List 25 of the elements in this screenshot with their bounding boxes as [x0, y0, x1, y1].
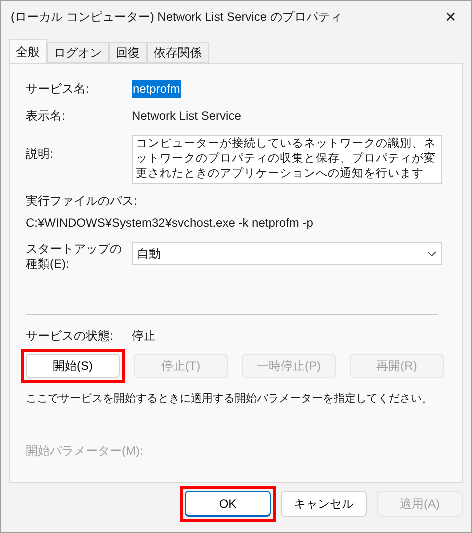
path-value: C:¥WINDOWS¥System32¥svchost.exe -k netprofm -p	[26, 215, 314, 232]
chevron-down-icon	[427, 250, 437, 256]
service-name-value: netprofm	[132, 80, 182, 98]
window-title: (ローカル コンピューター) Network List Service のプロパティ	[11, 9, 342, 26]
dialog-button[interactable]: OK	[185, 491, 271, 517]
tab[interactable]: 全般	[9, 39, 47, 63]
startup-type-dropdown[interactable]: 自動	[132, 242, 442, 265]
field-label: 種類(E):	[26, 257, 70, 272]
field-label: 表示名:	[26, 108, 66, 125]
status-value: 停止	[132, 328, 156, 345]
field-label: 開始パラメーター(M):	[26, 442, 144, 460]
field-label: スタートアップの	[26, 242, 123, 257]
dialog-button[interactable]: キャンセル	[281, 491, 367, 517]
tab[interactable]: ログオン	[47, 42, 109, 63]
tab[interactable]: 回復	[109, 42, 147, 63]
field-label: サービス名:	[26, 81, 90, 98]
field-label: 説明:	[26, 146, 54, 163]
display-name-value: Network List Service	[132, 108, 242, 125]
field-label: 実行ファイルのパス:	[26, 193, 138, 210]
close-button[interactable]: ✕	[431, 1, 471, 33]
field-label: サービスの状態:	[26, 328, 114, 345]
service-button[interactable]: 開始(S)	[26, 354, 120, 378]
tab[interactable]: 依存関係	[147, 42, 209, 63]
description-box[interactable]: コンピューターが接続しているネットワークの識別、ネットワークのプロパティの収集と保存、プロパティが変更されたときのアプリケーションへの通知を行います	[132, 135, 442, 184]
hint-text: ここでサービスを開始するときに適用する開始パラメーターを指定してください。	[26, 392, 434, 407]
